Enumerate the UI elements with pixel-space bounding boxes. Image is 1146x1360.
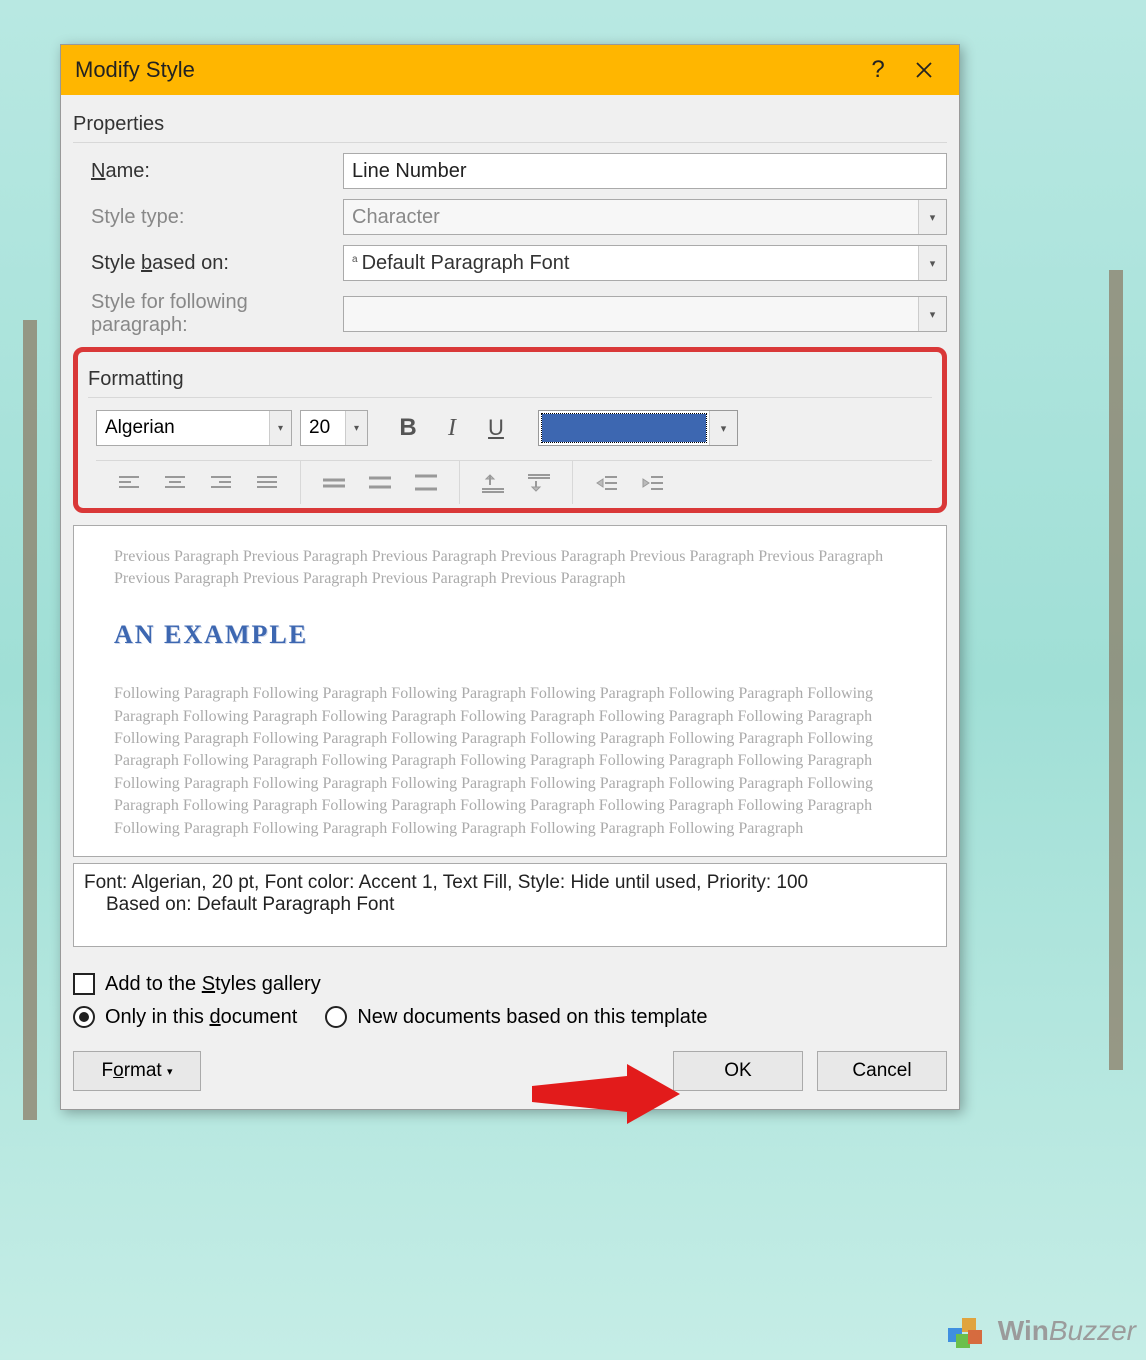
- paragraph-toolbar: [96, 460, 932, 504]
- spacing-1-5-icon: [357, 463, 403, 503]
- preview-following-text: Following Paragraph Following Paragraph …: [114, 683, 906, 840]
- chevron-down-icon: ▾: [918, 297, 946, 331]
- name-input[interactable]: [343, 153, 947, 189]
- underline-button[interactable]: U: [474, 410, 518, 446]
- new-documents-radio[interactable]: [325, 1006, 347, 1028]
- space-before-icon: [470, 463, 516, 503]
- style-type-value: Character: [344, 200, 918, 234]
- style-type-combo: Character ▾: [343, 199, 947, 235]
- watermark-rest: Buzzer: [1049, 1315, 1136, 1346]
- following-label: Style for following paragraph:: [91, 291, 343, 337]
- cancel-button[interactable]: Cancel: [817, 1051, 947, 1091]
- format-button[interactable]: Format ▾: [73, 1051, 201, 1091]
- close-button[interactable]: [901, 47, 947, 93]
- winbuzzer-logo-icon: [944, 1308, 990, 1354]
- preview-sample-text: AN EXAMPLE: [114, 617, 906, 653]
- align-justify-icon: [244, 463, 290, 503]
- following-value: [344, 297, 918, 331]
- formatting-highlight: Formatting Algerian ▾ 20 ▾ B I U ▾: [73, 347, 947, 513]
- background-palm-right: [1026, 150, 1146, 1050]
- based-on-value: aDefault Paragraph Font: [344, 246, 918, 280]
- spacing-2-icon: [403, 463, 449, 503]
- following-combo: ▾: [343, 296, 947, 332]
- font-name-combo[interactable]: Algerian ▾: [96, 410, 292, 446]
- increase-indent-icon: [629, 463, 675, 503]
- watermark: WinBuzzer: [944, 1308, 1136, 1354]
- add-to-gallery-checkbox[interactable]: [73, 973, 95, 995]
- preview-previous-text: Previous Paragraph Previous Paragraph Pr…: [114, 546, 906, 591]
- add-to-gallery-label: Add to the Styles gallery: [105, 973, 321, 996]
- bold-button[interactable]: B: [386, 410, 430, 446]
- color-swatch-fill: [542, 414, 706, 442]
- chevron-down-icon[interactable]: ▾: [709, 411, 737, 445]
- formatting-section-label: Formatting: [88, 362, 932, 398]
- name-label: Name:: [91, 160, 343, 183]
- font-size-combo[interactable]: 20 ▾: [300, 410, 368, 446]
- align-right-icon: [198, 463, 244, 503]
- help-button[interactable]: ?: [855, 47, 901, 93]
- close-icon: [915, 61, 933, 79]
- chevron-down-icon: ▾: [918, 200, 946, 234]
- modify-style-dialog: Modify Style ? Properties Name: Style ty…: [60, 44, 960, 1110]
- font-color-swatch: [539, 411, 709, 445]
- chevron-down-icon[interactable]: ▾: [269, 411, 291, 445]
- style-type-label: Style type:: [91, 206, 343, 229]
- titlebar: Modify Style ?: [61, 45, 959, 95]
- based-on-combo[interactable]: aDefault Paragraph Font ▾: [343, 245, 947, 281]
- description-line2: Based on: Default Paragraph Font: [84, 894, 936, 916]
- style-description: Font: Algerian, 20 pt, Font color: Accen…: [73, 863, 947, 947]
- italic-button[interactable]: I: [430, 410, 474, 446]
- chevron-down-icon[interactable]: ▾: [345, 411, 367, 445]
- only-this-document-radio[interactable]: [73, 1006, 95, 1028]
- align-center-icon: [152, 463, 198, 503]
- properties-section-label: Properties: [73, 107, 947, 143]
- description-line1: Font: Algerian, 20 pt, Font color: Accen…: [84, 872, 936, 894]
- font-size-value: 20: [301, 411, 345, 445]
- dialog-title: Modify Style: [75, 57, 195, 83]
- chevron-down-icon[interactable]: ▾: [918, 246, 946, 280]
- spacing-1-icon: [311, 463, 357, 503]
- based-on-label: Style based on:: [91, 252, 343, 275]
- space-after-icon: [516, 463, 562, 503]
- watermark-bold: Win: [998, 1315, 1049, 1346]
- only-this-document-label: Only in this document: [105, 1006, 297, 1029]
- align-left-icon: [106, 463, 152, 503]
- ok-button[interactable]: OK: [673, 1051, 803, 1091]
- preview-pane: Previous Paragraph Previous Paragraph Pr…: [73, 525, 947, 857]
- decrease-indent-icon: [583, 463, 629, 503]
- new-documents-label: New documents based on this template: [357, 1006, 707, 1029]
- font-name-value: Algerian: [97, 411, 269, 445]
- chevron-down-icon: ▾: [167, 1065, 173, 1078]
- font-color-combo[interactable]: ▾: [538, 410, 738, 446]
